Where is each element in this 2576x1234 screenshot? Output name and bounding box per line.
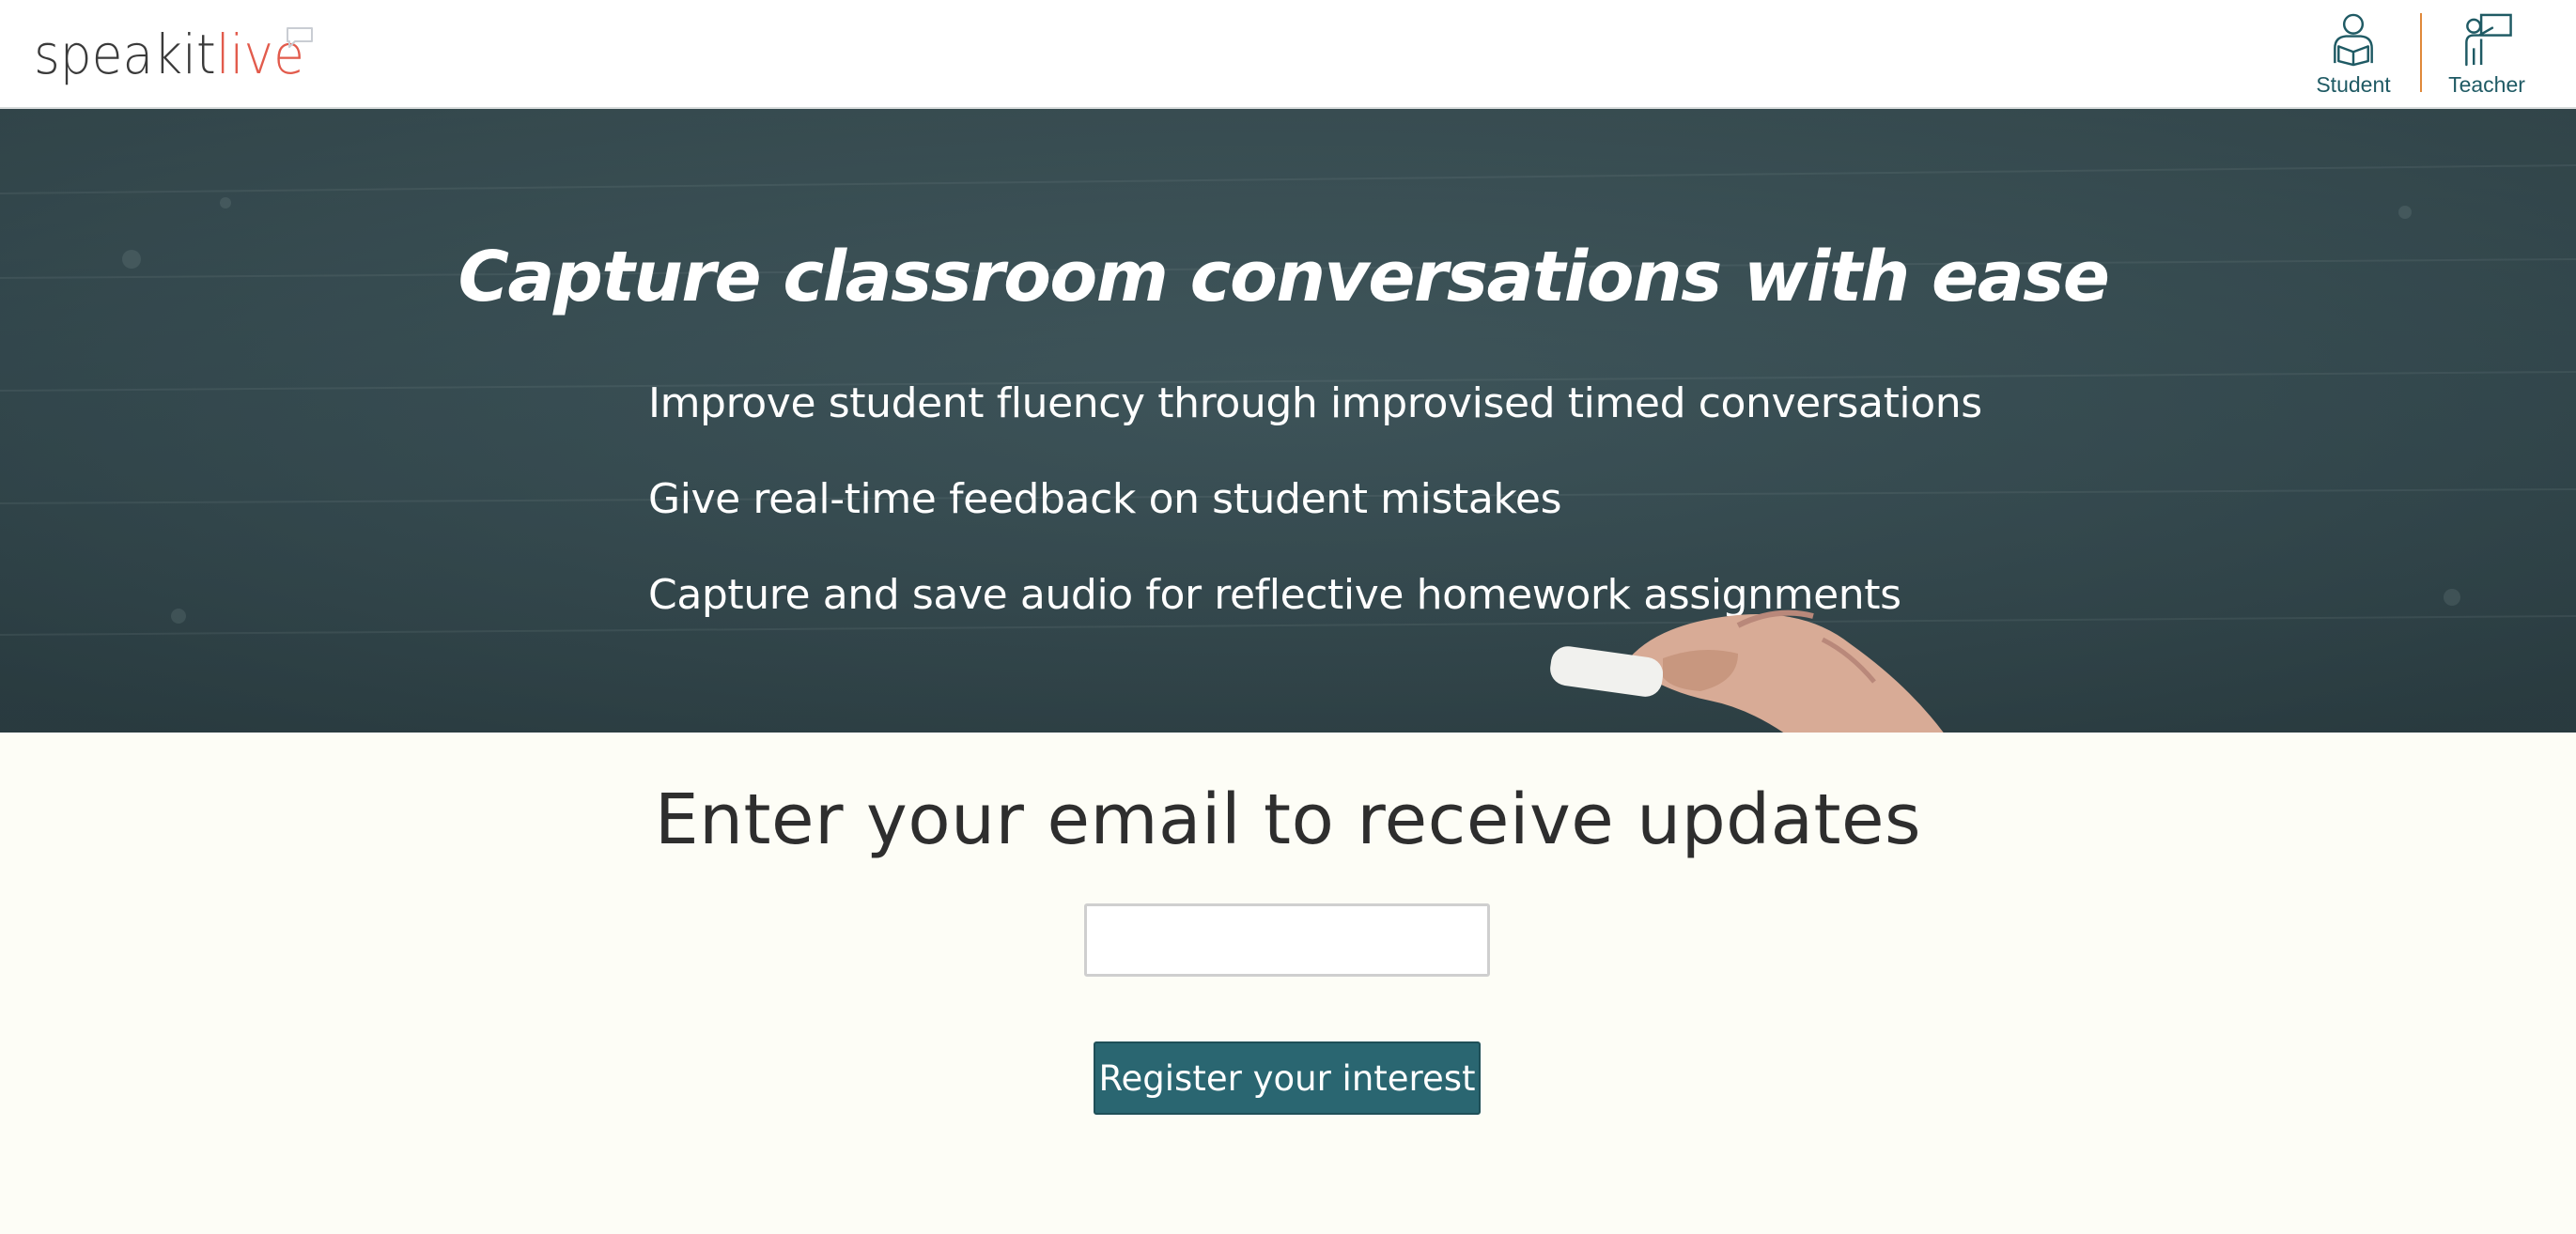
signup-title: Enter your email to receive updates xyxy=(654,779,1922,860)
hero-bullet: Give real-time feedback on student mista… xyxy=(648,475,1562,523)
hero-title: Capture classroom conversations with eas… xyxy=(458,237,2110,317)
teacher-icon xyxy=(2465,13,2512,67)
nav-divider xyxy=(2420,13,2422,92)
logo-text-speakit: speakit xyxy=(34,23,216,86)
hand-with-chalk-image xyxy=(1550,609,1944,733)
hero-banner: Capture classroom conversations with eas… xyxy=(0,109,2576,733)
email-input[interactable] xyxy=(1084,903,1490,977)
student-icon xyxy=(2334,13,2373,67)
hero-bullet: Improve student fluency through improvis… xyxy=(648,379,1982,427)
nav-teacher-label: Teacher xyxy=(2448,72,2525,97)
speech-bubble-icon xyxy=(287,27,313,48)
site-header: speakitlive Student Teacher xyxy=(0,0,2576,109)
nav-student-label: Student xyxy=(2316,72,2391,97)
register-button[interactable]: Register your interest xyxy=(1094,1041,1481,1115)
nav-student[interactable]: Student xyxy=(2302,11,2405,98)
nav-teacher[interactable]: Teacher xyxy=(2435,11,2538,98)
logo[interactable]: speakitlive xyxy=(34,17,328,92)
